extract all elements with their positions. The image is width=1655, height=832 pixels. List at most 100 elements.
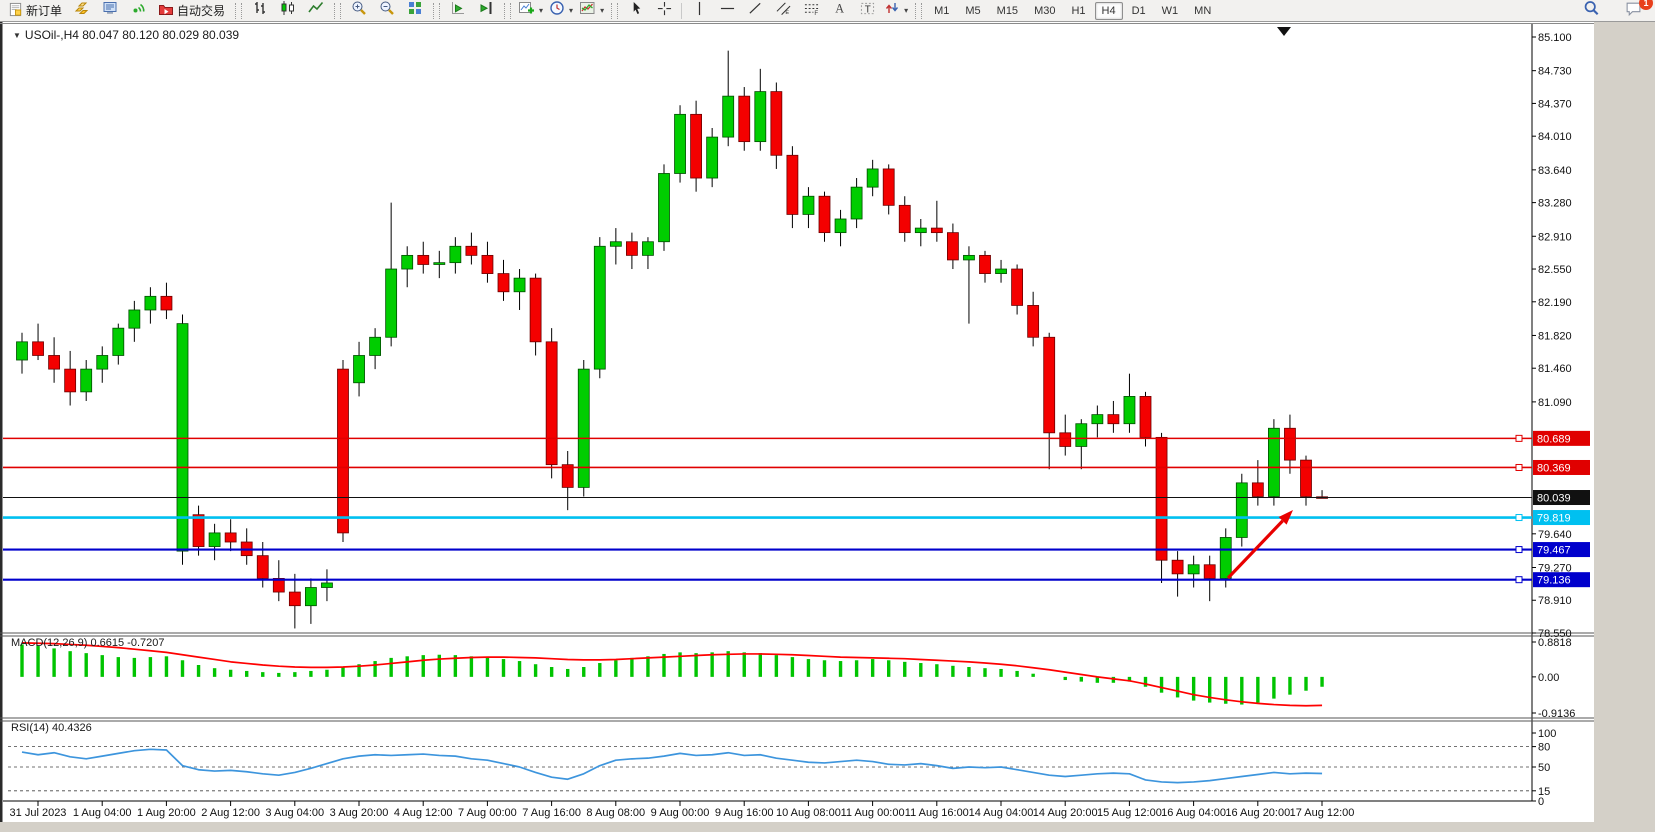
search-icon bbox=[1583, 0, 1600, 22]
price-axis-tick-label: 79.270 bbox=[1538, 562, 1572, 574]
bar-chart-type-button[interactable] bbox=[246, 0, 274, 22]
price-axis-tick-label: 82.910 bbox=[1538, 231, 1572, 243]
fibonacci-tool-button[interactable]: F bbox=[797, 0, 825, 22]
candle-body bbox=[482, 255, 493, 273]
timeframe-m15[interactable]: M15 bbox=[990, 2, 1025, 20]
label-tool-button[interactable]: T bbox=[853, 0, 881, 22]
candle-body bbox=[338, 369, 349, 533]
candle-body bbox=[1172, 560, 1183, 574]
level-handle[interactable] bbox=[1516, 464, 1522, 470]
gold-chart-button[interactable] bbox=[68, 0, 96, 22]
candle-body bbox=[1188, 565, 1199, 574]
level-handle[interactable] bbox=[1516, 435, 1522, 441]
time-axis-label: 2 Aug 12:00 bbox=[201, 807, 260, 819]
toolbar-grip[interactable] bbox=[235, 3, 242, 19]
candle-body bbox=[546, 342, 557, 465]
chevron-down-icon: ▾ bbox=[539, 6, 543, 15]
candle-body bbox=[1108, 415, 1119, 424]
new-order-icon bbox=[8, 2, 23, 20]
toolbar-grip[interactable] bbox=[611, 3, 618, 19]
candle-body bbox=[305, 588, 316, 606]
line-chart-type-button[interactable] bbox=[302, 0, 330, 22]
arrows-tool-button[interactable]: ▾ bbox=[881, 0, 911, 22]
price-level-tag-label: 80.039 bbox=[1537, 493, 1571, 505]
time-axis-label: 31 Jul 2023 bbox=[10, 807, 67, 819]
timeframe-m1[interactable]: M1 bbox=[927, 2, 956, 20]
candle-body bbox=[17, 342, 28, 360]
timeframe-w1[interactable]: W1 bbox=[1155, 2, 1186, 20]
timeframe-h4[interactable]: H4 bbox=[1095, 2, 1123, 20]
indicators-icon bbox=[579, 0, 596, 21]
toolbar-grip[interactable] bbox=[433, 3, 440, 19]
candle-chart-type-button[interactable] bbox=[274, 0, 302, 22]
time-axis-label: 9 Aug 00:00 bbox=[651, 807, 710, 819]
candle-body bbox=[723, 96, 734, 137]
candle-body bbox=[980, 255, 991, 273]
timeframe-h1[interactable]: H1 bbox=[1064, 2, 1092, 20]
macd-axis-tick-label: 0.00 bbox=[1538, 672, 1559, 684]
price-level-tag-label: 79.819 bbox=[1537, 513, 1571, 525]
indicators-menu-button[interactable]: ▾ bbox=[576, 0, 607, 22]
timeframe-m5[interactable]: M5 bbox=[958, 2, 987, 20]
cursor-tool-button[interactable] bbox=[622, 0, 650, 22]
vertical-line-icon bbox=[692, 1, 707, 21]
timeframe-m30[interactable]: M30 bbox=[1027, 2, 1062, 20]
timeframe-mn[interactable]: MN bbox=[1187, 2, 1218, 20]
crosshair-icon bbox=[657, 1, 672, 21]
candle-body bbox=[963, 255, 974, 260]
candle-body bbox=[1284, 428, 1295, 460]
signals-button[interactable] bbox=[124, 0, 152, 22]
channel-tool-button[interactable]: E bbox=[769, 0, 797, 22]
toolbar-grip[interactable] bbox=[504, 3, 511, 19]
new-chart-button[interactable]: ▾ bbox=[515, 0, 546, 22]
rsi-axis-tick-label: 50 bbox=[1538, 762, 1550, 774]
candle-body bbox=[835, 219, 846, 233]
chart-title-text: USOil-,H4 80.047 80.120 80.029 80.039 bbox=[25, 28, 239, 42]
vertical-line-tool-button[interactable] bbox=[685, 0, 713, 22]
time-axis-label: 8 Aug 08:00 bbox=[586, 807, 645, 819]
status-strip bbox=[0, 822, 1655, 832]
time-axis-label: 16 Aug 20:00 bbox=[1225, 807, 1290, 819]
candle-body bbox=[915, 228, 926, 233]
market-depth-button[interactable] bbox=[96, 0, 124, 22]
trendline-tool-button[interactable] bbox=[741, 0, 769, 22]
level-handle[interactable] bbox=[1516, 577, 1522, 583]
application-window: 新订单 自动交易 bbox=[0, 0, 1655, 832]
candlestick-chart-icon bbox=[280, 0, 296, 21]
zoom-out-button[interactable] bbox=[373, 0, 401, 22]
chevron-down-icon: ▾ bbox=[569, 6, 573, 15]
auto-scroll-button[interactable] bbox=[444, 0, 472, 22]
time-axis-label: 10 Aug 08:00 bbox=[776, 807, 841, 819]
level-handle[interactable] bbox=[1516, 515, 1522, 521]
timeframe-menu-button[interactable]: ▾ bbox=[546, 0, 576, 22]
candle-body bbox=[209, 533, 220, 547]
window-left-border bbox=[0, 22, 3, 822]
toolbar-grip[interactable] bbox=[334, 3, 341, 19]
tile-windows-button[interactable] bbox=[401, 0, 429, 22]
chart-context-arrow-icon[interactable]: ▼ bbox=[13, 31, 21, 40]
price-axis-tick-label: 84.010 bbox=[1538, 131, 1572, 143]
timeframe-d1[interactable]: D1 bbox=[1125, 2, 1153, 20]
autotrade-button[interactable]: 自动交易 bbox=[152, 0, 231, 22]
time-axis-label: 4 Aug 12:00 bbox=[394, 807, 453, 819]
candle-body bbox=[1204, 565, 1215, 579]
chart-shift-button[interactable] bbox=[472, 0, 500, 22]
candle-body bbox=[707, 137, 718, 178]
svg-text:E: E bbox=[785, 10, 789, 16]
candle-body bbox=[1140, 396, 1151, 437]
notifications-button[interactable]: 1 bbox=[1619, 0, 1647, 22]
text-tool-button[interactable]: A bbox=[825, 0, 853, 22]
search-button[interactable] bbox=[1577, 0, 1605, 22]
horizontal-line-tool-button[interactable] bbox=[713, 0, 741, 22]
new-order-button[interactable]: 新订单 bbox=[2, 0, 68, 22]
price-chart-canvas[interactable]: 80.68980.36980.03979.81979.46779.13685.1… bbox=[0, 0, 1655, 832]
zoom-in-button[interactable] bbox=[345, 0, 373, 22]
text-icon: A bbox=[832, 1, 847, 21]
line-chart-icon bbox=[308, 0, 324, 21]
level-handle[interactable] bbox=[1516, 547, 1522, 553]
toolbar-grip[interactable] bbox=[915, 3, 922, 19]
time-axis-label: 11 Aug 16:00 bbox=[905, 807, 969, 819]
time-axis-label: 9 Aug 16:00 bbox=[715, 807, 774, 819]
time-axis-label: 16 Aug 04:00 bbox=[1161, 807, 1226, 819]
crosshair-tool-button[interactable] bbox=[650, 0, 678, 22]
